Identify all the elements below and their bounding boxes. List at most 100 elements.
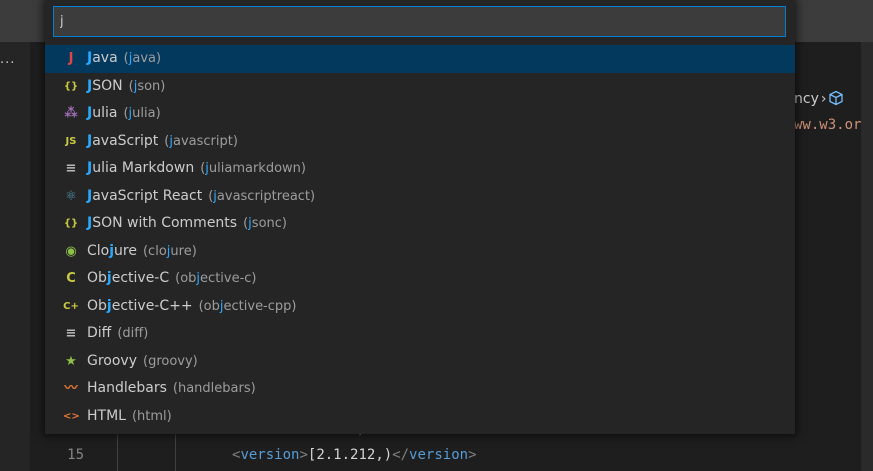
tag-close-bracket: > — [299, 447, 308, 463]
quick-pick-item-description: (objective-cpp) — [199, 299, 297, 314]
quick-pick-item[interactable]: ⁂ Julia (julia) — [45, 100, 795, 128]
quick-pick-item[interactable]: ★ Groovy (groovy) — [45, 348, 795, 376]
tag-text-content: [2.1.212,) — [307, 447, 393, 463]
quick-pick-item[interactable]: C+ Objective-C++ (objective-cpp) — [45, 293, 795, 321]
quick-pick-item-label: Java (java) — [87, 45, 161, 73]
quick-pick-item-label: Julia (julia) — [87, 100, 161, 128]
label-text: ure — [114, 242, 137, 259]
json-braces-icon: {} — [63, 80, 79, 92]
quick-pick-item-description: (juliamarkdown) — [200, 161, 306, 176]
quick-pick-item-description: (objective-c) — [175, 271, 256, 286]
quick-pick-item-description: (handlebars) — [173, 381, 256, 396]
clojure-icon: ◉ — [65, 243, 77, 259]
label-text: avaScript — [92, 132, 159, 149]
quick-pick-item-label: Objective-C (objective-c) — [87, 265, 257, 293]
quick-pick-item[interactable]: ≡ Julia Markdown (juliamarkdown) — [45, 155, 795, 183]
quick-pick-item-label: JavaScript (javascript) — [87, 128, 238, 156]
description-text: avascript) — [172, 133, 238, 149]
quick-pick-item-label: JavaScript React (javascriptreact) — [87, 183, 315, 211]
label-text: Diff — [87, 325, 112, 341]
quick-pick-item-label: Groovy (groovy) — [87, 348, 198, 376]
description-text: son) — [137, 78, 166, 94]
quick-pick-item[interactable]: <> HTML (html) — [45, 403, 795, 431]
description-text: ava) — [132, 51, 162, 66]
description-text: (ob — [175, 271, 197, 286]
breadcrumb-chevron-icon: › — [820, 91, 827, 107]
quick-pick-item-description: (jsonc) — [243, 216, 287, 231]
description-text: (clo — [142, 243, 167, 259]
quick-pick-item-description: (html) — [132, 409, 172, 424]
sidebar-more-actions[interactable]: ... — [0, 52, 15, 67]
groovy-star-icon: ★ — [65, 353, 77, 369]
label-text: Handlebars — [87, 380, 167, 396]
c-icon: C — [66, 271, 76, 286]
javascript-icon: JS — [65, 135, 77, 147]
quick-pick-item-label: JSON (json) — [87, 73, 165, 101]
quick-pick-item[interactable]: {} JSON with Comments (jsonc) — [45, 210, 795, 238]
quick-pick-item-label: HTML (html) — [87, 403, 172, 431]
quick-pick-item-description: (groovy) — [143, 354, 198, 369]
quick-pick-item-label: JSON with Comments (jsonc) — [87, 210, 287, 238]
breadcrumb[interactable]: ncy › — [794, 90, 844, 107]
markdown-lines-icon: ≡ — [65, 161, 77, 176]
label-text: ava — [92, 50, 118, 66]
tag-name: version — [240, 447, 300, 463]
label-text: SON — [92, 77, 123, 94]
label-text: Ob — [87, 297, 107, 314]
end-tag-open-bracket: </ — [392, 447, 410, 463]
label-text: avaScript React — [92, 187, 203, 204]
language-mode-quick-pick[interactable]: JJava(java){}JSON(json)⁂Julia(julia)JSJa… — [45, 0, 795, 434]
label-text: HTML — [87, 407, 126, 424]
end-tag-name: version — [409, 447, 469, 463]
label-text: ective-C++ — [111, 297, 193, 314]
json-braces-icon: {} — [63, 218, 79, 229]
quick-pick-item[interactable]: JS JavaScript (javascript) — [45, 128, 795, 156]
description-text: sonc) — [251, 216, 287, 231]
quick-pick-item[interactable]: ⚛ JavaScript React (javascriptreact) — [45, 183, 795, 211]
label-text: ulia Markdown — [92, 160, 195, 176]
quick-pick-item[interactable]: ≡ Diff (diff) — [45, 320, 795, 348]
code-line[interactable]: <version>[2.1.212,)</version> — [232, 447, 477, 463]
quick-pick-item-description: (diff) — [117, 326, 148, 341]
description-text: ective-c) — [200, 271, 257, 286]
description-text: (diff) — [117, 326, 149, 341]
diff-lines-icon: ≡ — [65, 326, 77, 341]
html-brackets-icon: <> — [63, 410, 80, 422]
quick-pick-item[interactable]: J Java (java) — [45, 45, 795, 73]
description-text: ure) — [170, 243, 197, 259]
quick-pick-item[interactable]: ◉ Clojure (clojure) — [45, 238, 795, 266]
quick-pick-item[interactable]: C Objective-C (objective-c) — [45, 265, 795, 293]
end-tag-close-bracket: > — [468, 447, 477, 463]
react-atom-icon: ⚛ — [65, 188, 77, 204]
editor-scrollbar[interactable] — [861, 42, 873, 471]
cpp-icon: C+ — [63, 300, 79, 312]
line-number: 15 — [67, 447, 84, 463]
quick-pick-item[interactable]: 〰 Handlebars (handlebars) — [45, 375, 795, 403]
cube-symbol-icon — [829, 90, 844, 106]
description-text: ulia) — [132, 106, 161, 121]
quick-pick-item-label: Handlebars (handlebars) — [87, 375, 256, 403]
label-text: Ob — [87, 270, 107, 286]
label-text: Groovy — [87, 352, 137, 369]
quick-pick-input-box[interactable] — [53, 6, 786, 37]
handlebars-mustache-icon: 〰 — [64, 381, 78, 396]
quick-pick-item-description: (clojure) — [143, 244, 197, 259]
java-icon: J — [68, 51, 74, 66]
quick-pick-item-description: (javascriptreact) — [208, 189, 315, 204]
description-text: (html) — [131, 408, 172, 424]
label-text: ective-C — [111, 270, 170, 286]
description-text: ective-cpp) — [223, 298, 297, 314]
description-text: (groovy) — [143, 353, 198, 369]
description-text: (handlebars) — [172, 381, 256, 396]
description-text: (ob — [198, 298, 220, 314]
quick-pick-list[interactable]: J Java (java){} JSON (json) ⁂ Julia (julia) JS Ja… — [45, 45, 795, 430]
description-text: avascriptreact) — [216, 188, 316, 204]
quick-pick-item-description: (javascript) — [164, 134, 238, 149]
sidebar-panel — [0, 42, 30, 471]
quick-pick-item[interactable]: {} JSON (json) — [45, 73, 795, 101]
quick-pick-item-description: (java) — [124, 51, 161, 66]
breadcrumb-item[interactable]: ncy — [794, 91, 819, 107]
quick-pick-item-label: Clojure (clojure) — [87, 238, 197, 266]
description-text: uliamarkdown) — [208, 161, 306, 176]
quick-pick-input[interactable] — [54, 7, 785, 36]
